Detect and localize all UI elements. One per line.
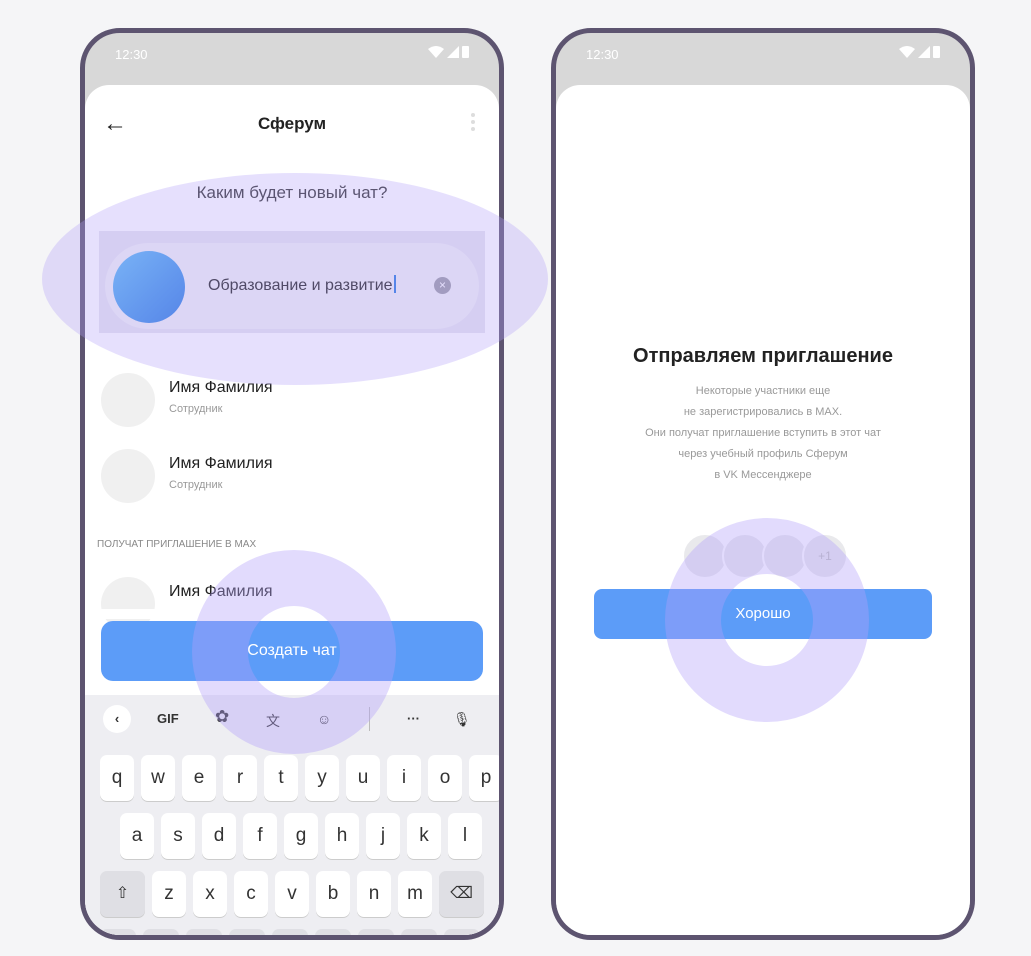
translate-icon[interactable]: 文	[266, 711, 280, 731]
key[interactable]: t	[264, 755, 298, 801]
keyboard-row: q w e r t y u i o p	[100, 755, 499, 801]
status-bar: 12:30	[85, 33, 499, 85]
key[interactable]: p	[469, 755, 499, 801]
modal-description: Некоторые участники еще не зарегистриров…	[576, 381, 950, 486]
shift-icon[interactable]: ⇧	[100, 871, 145, 917]
signal-icon	[447, 45, 459, 58]
chat-name-input[interactable]: Образование и развитие	[208, 275, 396, 295]
key[interactable]	[358, 929, 394, 935]
top-bar: ← Сферум	[85, 109, 499, 139]
key[interactable]: u	[346, 755, 380, 801]
chat-name-text: Образование и развитие	[208, 277, 393, 294]
status-icons	[899, 45, 940, 58]
backspace-icon[interactable]: ⌫	[439, 871, 484, 917]
member-list-item[interactable]: Имя Фамилия Сотрудник	[101, 449, 483, 509]
page-title: Сферум	[257, 114, 327, 133]
status-time: 12:30	[586, 47, 619, 62]
chat-avatar[interactable]	[113, 251, 185, 323]
toolbar-divider	[369, 707, 370, 731]
key[interactable]: i	[387, 755, 421, 801]
key[interactable]	[229, 929, 265, 935]
invited-avatar-stack: +1	[682, 533, 852, 579]
key[interactable]: g	[284, 813, 318, 859]
gear-icon[interactable]: ✿	[215, 707, 229, 727]
phone-invite-dialog: 12:30 Отправляем приглашение Некоторые у…	[551, 28, 975, 940]
key[interactable]: c	[234, 871, 268, 917]
key[interactable]: r	[223, 755, 257, 801]
key[interactable]	[186, 929, 222, 935]
avatar	[101, 449, 155, 503]
key[interactable]	[143, 929, 179, 935]
create-chat-button[interactable]: Создать чат	[101, 621, 483, 681]
key[interactable]: v	[275, 871, 309, 917]
member-role: Сотрудник	[169, 403, 223, 415]
key[interactable]: n	[357, 871, 391, 917]
more-avatars-badge: +1	[802, 533, 848, 579]
gif-button[interactable]: GIF	[157, 711, 179, 726]
create-chat-screen: ← Сферум Каким будет новый чат? Образова…	[85, 85, 499, 935]
key[interactable]: y	[305, 755, 339, 801]
key[interactable]: d	[202, 813, 236, 859]
signal-icon	[918, 45, 930, 58]
key[interactable]	[444, 929, 480, 935]
battery-icon	[462, 46, 469, 58]
key[interactable]: e	[182, 755, 216, 801]
key[interactable]	[315, 929, 351, 935]
on-screen-keyboard: ‹ GIF ✿ 文 ☺ ··· 🎙 q w e r t y u i o p a …	[85, 695, 499, 935]
list-fade	[85, 609, 499, 619]
key[interactable]	[272, 929, 308, 935]
keyboard-row: a s d f g h j k l	[120, 813, 482, 859]
clear-icon[interactable]: ×	[434, 277, 451, 294]
avatar	[101, 373, 155, 427]
keyboard-row: ⇧ z x c v b n m ⌫	[100, 871, 484, 917]
key[interactable]: w	[141, 755, 175, 801]
key[interactable]	[401, 929, 437, 935]
keyboard-toolbar: ‹ GIF ✿ 文 ☺ ··· 🎙	[103, 705, 485, 735]
invite-screen: Отправляем приглашение Некоторые участни…	[556, 85, 970, 935]
key[interactable]: j	[366, 813, 400, 859]
member-name: Имя Фамилия	[169, 379, 273, 396]
modal-line: Некоторые участники еще	[695, 385, 831, 397]
modal-line: через учебный профиль Сферум	[678, 448, 848, 460]
status-bar: 12:30	[556, 33, 970, 85]
modal-line: в VK Мессенджере	[714, 469, 812, 481]
phone-create-chat: 12:30 ← Сферум Каким будет новый чат? Об…	[80, 28, 504, 940]
wifi-icon	[899, 45, 915, 58]
key[interactable]: o	[428, 755, 462, 801]
key[interactable]: z	[152, 871, 186, 917]
key[interactable]: h	[325, 813, 359, 859]
wifi-icon	[428, 45, 444, 58]
sticker-icon[interactable]: ☺	[317, 711, 331, 727]
keyboard-row	[100, 929, 480, 935]
modal-line: Они получат приглашение вступить в этот …	[645, 427, 881, 439]
modal-title: Отправляем приглашение	[633, 345, 893, 367]
key[interactable]: a	[120, 813, 154, 859]
key[interactable]: m	[398, 871, 432, 917]
status-time: 12:30	[115, 47, 148, 62]
chat-name-field[interactable]: Образование и развитие ×	[105, 243, 479, 329]
text-caret	[393, 275, 396, 293]
invite-section-header: ПОЛУЧАТ ПРИГЛАШЕНИЕ В MAX	[97, 539, 257, 550]
key[interactable]: k	[407, 813, 441, 859]
status-icons	[428, 45, 469, 58]
battery-icon	[933, 46, 940, 58]
member-list-item[interactable]: Имя Фамилия Сотрудник	[101, 373, 483, 433]
key[interactable]: f	[243, 813, 277, 859]
more-icon[interactable]: ···	[407, 711, 420, 726]
member-name: Имя Фамилия	[169, 455, 273, 472]
ok-button[interactable]: Хорошо	[594, 589, 932, 639]
key[interactable]: b	[316, 871, 350, 917]
kebab-menu-icon[interactable]	[471, 113, 475, 134]
key[interactable]: q	[100, 755, 134, 801]
key[interactable]: l	[448, 813, 482, 859]
mic-icon[interactable]: 🎙	[453, 711, 471, 728]
modal-line: не зарегистрировались в MAX.	[683, 406, 843, 418]
key[interactable]	[100, 929, 136, 935]
key[interactable]: x	[193, 871, 227, 917]
member-name: Имя Фамилия	[169, 583, 273, 600]
member-role: Сотрудник	[169, 479, 223, 491]
new-chat-question: Каким будет новый чат?	[196, 183, 388, 202]
keyboard-collapse-icon[interactable]: ‹	[103, 705, 131, 733]
key[interactable]: s	[161, 813, 195, 859]
